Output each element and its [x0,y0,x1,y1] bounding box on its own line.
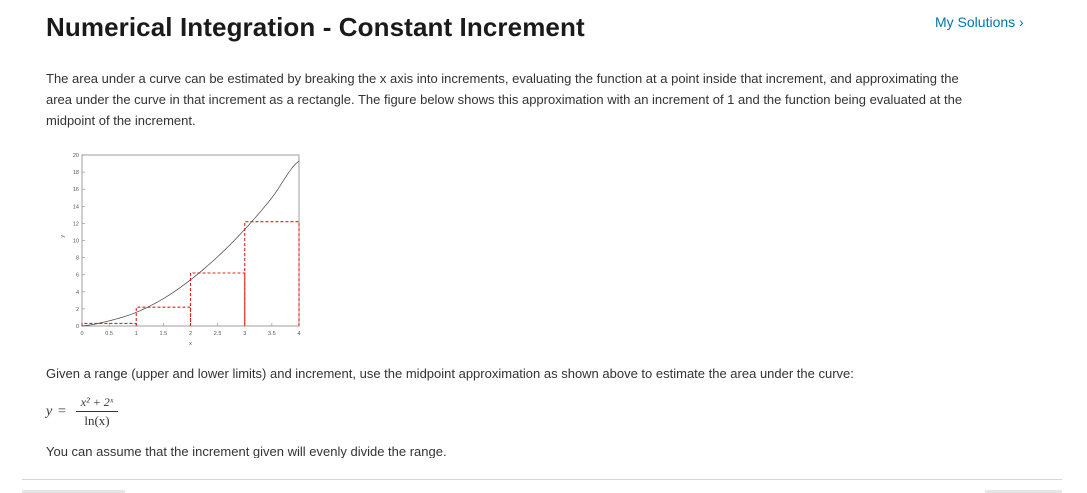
equation-numerator: x² + 2ˣ [80,395,114,409]
x-tick-label: 0 [80,331,83,337]
equation-denominator: ln(x) [84,413,110,428]
given-paragraph: Given a range (upper and lower limits) a… [46,366,854,381]
y-tick-label: 0 [76,324,79,330]
x-tick-label: 0.5 [105,331,113,337]
y-tick-label: 10 [73,239,79,245]
y-tick-label: 14 [73,204,79,210]
y-tick-label: 20 [73,153,79,159]
equation-lhs: y [46,404,53,419]
x-axis-label: x [189,341,192,347]
y-tick-label: 16 [73,187,79,193]
assume-paragraph: You can assume that the increment given … [46,444,447,458]
fraction-bar [76,411,118,412]
page-title: Numerical Integration - Constant Increme… [46,12,585,42]
y-tick-label: 6 [76,273,79,279]
y-tick-label: 12 [73,221,79,227]
x-tick-label: 2 [189,331,192,337]
x-tick-label: 3 [243,331,246,337]
x-tick-label: 2.5 [214,331,222,337]
y-tick-label: 4 [76,290,79,296]
integration-figure: 0 0.5 1 1.5 2 2.5 3 3.5 4 0 2 4 6 8 10 12 14 16 18 20 x y [60,153,301,347]
x-tick-label: 4 [297,331,300,337]
x-tick-label: 1.5 [160,331,168,337]
y-tick-label: 8 [76,256,79,262]
y-tick-label: 18 [73,170,79,176]
y-axis-label: y [60,235,66,238]
x-tick-label: 3.5 [268,331,276,337]
x-tick-label: 1 [135,331,138,337]
my-solutions-link[interactable]: My Solutions › [935,14,1024,30]
equation-fraction: x² + 2ˣ ln(x) [76,394,118,429]
section-divider [22,479,1062,480]
y-tick-label: 2 [76,307,79,313]
intro-paragraph: The area under a curve can be estimated … [46,71,963,128]
equation-equals: = [58,404,66,419]
